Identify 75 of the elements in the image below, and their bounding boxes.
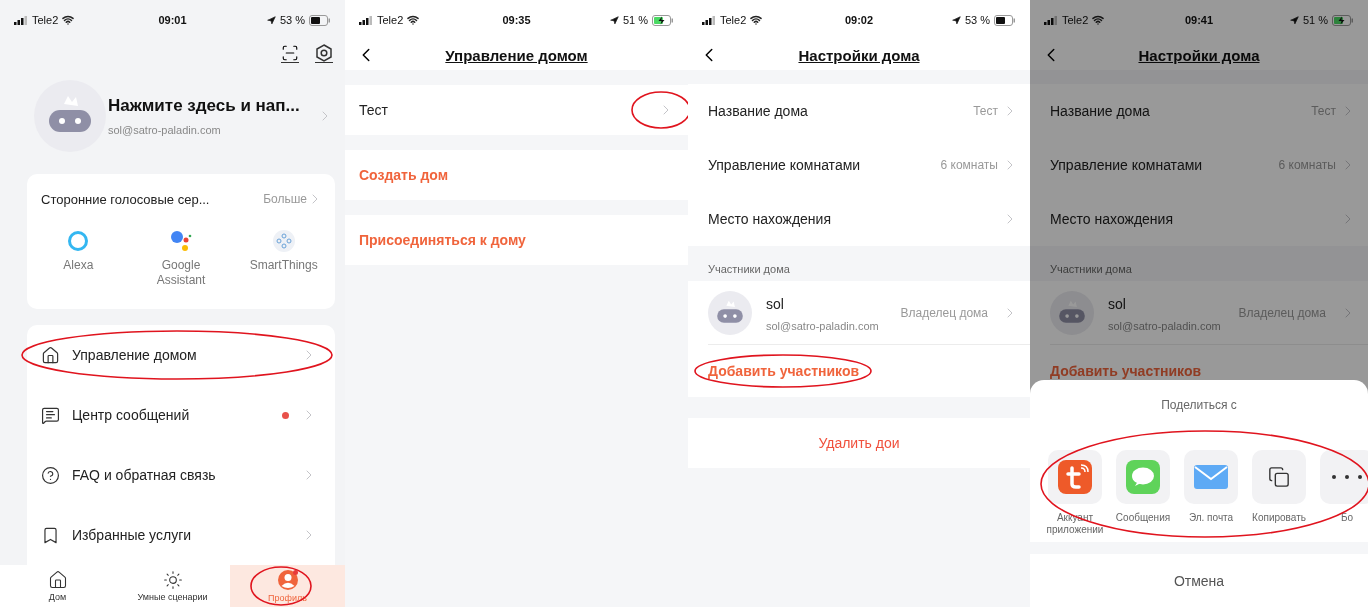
dots-icon	[169, 230, 193, 252]
battery-percent: 51 %	[622, 14, 648, 26]
avatar-icon	[708, 290, 752, 335]
dots-icon	[1332, 475, 1362, 479]
speech-bubble-icon	[1126, 460, 1160, 494]
location-icon	[609, 15, 619, 25]
voice-service[interactable]: SmartThings	[232, 224, 335, 309]
member-email: sol@satro-paladin.com	[766, 319, 880, 332]
signal-icon	[359, 15, 373, 25]
wifi-icon	[750, 14, 763, 26]
copy-icon	[1268, 466, 1290, 488]
battery-percent: 51 %	[1302, 14, 1328, 26]
screen-title: Настройки дома	[798, 46, 920, 64]
ring-icon	[67, 230, 90, 252]
envelope-icon	[1194, 465, 1228, 489]
carrier-name: Tele2	[32, 14, 59, 26]
menu-item[interactable]: Избранные услуги	[27, 505, 335, 565]
sun-icon	[162, 570, 183, 590]
bookmark-icon	[41, 525, 60, 545]
home-row[interactable]: Тест	[345, 85, 688, 135]
wifi-icon	[407, 14, 420, 26]
signal-icon	[1044, 15, 1058, 25]
home-icon	[41, 345, 60, 365]
scan-button[interactable]	[281, 43, 299, 63]
carrier-name: Tele2	[1062, 14, 1089, 26]
signal-icon	[14, 15, 28, 25]
location-icon	[266, 15, 276, 25]
network-icon	[272, 230, 295, 252]
voice-service[interactable]: Alexa	[27, 224, 130, 309]
avatar-icon	[34, 80, 106, 152]
settings-row[interactable]: Управление комнатами 6 комнаты	[688, 138, 1030, 192]
settings-row[interactable]: Место нахождения	[688, 192, 1030, 246]
screen-title: Настройки дома	[1138, 46, 1260, 64]
status-time: 09:41	[1184, 14, 1214, 26]
member-role: Владелец дома	[1238, 305, 1326, 320]
app-icon	[1058, 460, 1092, 494]
menu-item[interactable]: FAQ и обратная связь	[27, 445, 335, 505]
status-time: 09:02	[844, 14, 874, 26]
carrier-name: Tele2	[377, 14, 404, 26]
person-icon	[276, 569, 299, 591]
card-title: Сторонние голосовые сер...	[41, 191, 210, 207]
user-name: Нажмите здесь и нап...	[108, 96, 301, 116]
settings-row[interactable]: Место нахождения	[1030, 192, 1368, 246]
location-icon	[1289, 15, 1299, 25]
voice-service[interactable]: Google Assistant	[129, 224, 233, 309]
sheet-title: Поделиться с	[1161, 398, 1237, 412]
avatar-icon	[1050, 290, 1094, 335]
settings-row[interactable]: Название дома Тест	[688, 84, 1030, 138]
carrier-name: Tele2	[720, 14, 747, 26]
member-role: Владелец дома	[900, 305, 988, 320]
member-email: sol@satro-paladin.com	[1108, 319, 1222, 332]
member-name: sol	[766, 295, 785, 312]
status-time: 09:35	[502, 14, 531, 26]
user-email: sol@satro-paladin.com	[108, 124, 222, 136]
battery-percent: 53 %	[279, 14, 305, 26]
profile-link[interactable]: Нажмите здесь и нап... sol@satro-paladin.com	[108, 96, 333, 136]
home-icon	[47, 570, 68, 590]
section-header: Участники дома	[1049, 262, 1133, 277]
menu-item[interactable]: Управление домом	[27, 325, 335, 385]
screen-title: Управление домом	[445, 46, 588, 64]
wifi-icon	[1092, 14, 1105, 26]
settings-row[interactable]: Управление комнатами 6 комнаты	[1030, 138, 1368, 192]
settings-row[interactable]: Название дома Тест	[1030, 84, 1368, 138]
wifi-icon	[62, 14, 75, 26]
settings-button[interactable]	[315, 43, 333, 63]
message-icon	[41, 405, 60, 425]
menu-item[interactable]: Центр сообщений	[27, 385, 335, 445]
location-icon	[951, 15, 961, 25]
help-icon	[41, 465, 60, 485]
member-name: sol	[1108, 295, 1127, 312]
section-header: Участники дома	[707, 262, 791, 277]
status-time: 09:01	[158, 14, 187, 26]
delete-home-button[interactable]: Удалить дои	[688, 418, 1030, 468]
signal-icon	[702, 15, 716, 25]
battery-percent: 53 %	[964, 14, 990, 26]
